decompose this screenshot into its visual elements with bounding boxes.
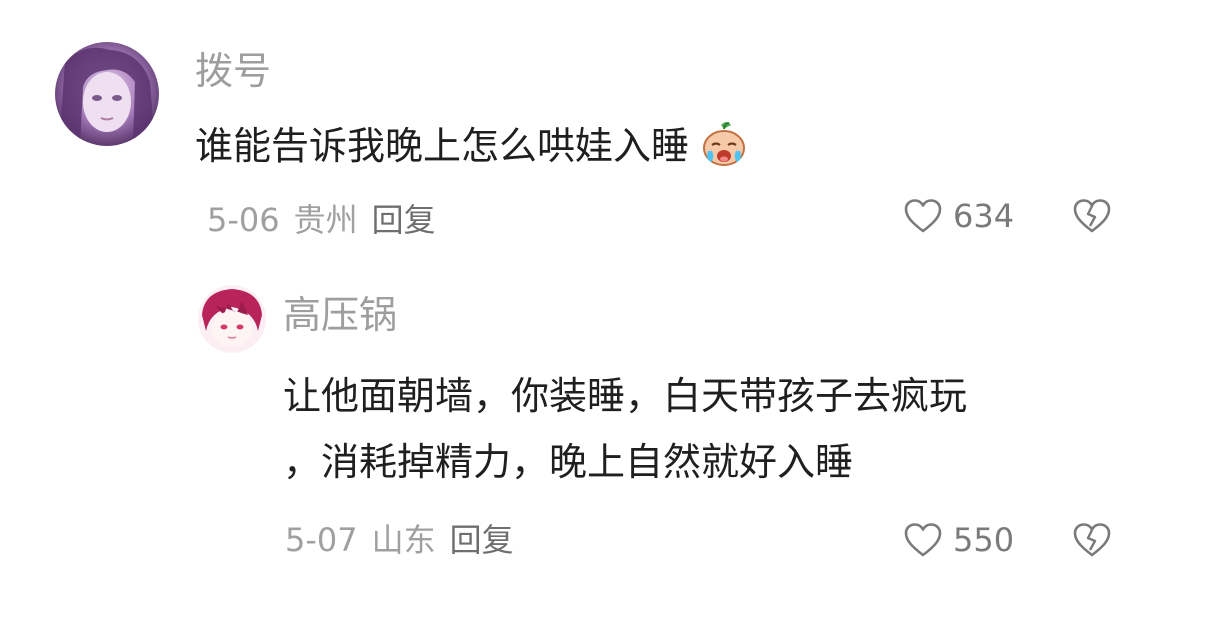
comment-username[interactable]: 拨号 bbox=[195, 48, 271, 94]
reply-date: 5-07 bbox=[285, 521, 358, 559]
comment-date: 5-06 bbox=[207, 201, 280, 239]
heart-outline-icon bbox=[904, 523, 942, 557]
like-button[interactable]: 634 bbox=[903, 196, 1014, 236]
reply-user-avatar[interactable] bbox=[198, 285, 266, 353]
comment-text: 谁能告诉我晚上怎么哄娃入睡 bbox=[195, 116, 749, 176]
reply-avatar-image bbox=[198, 285, 266, 353]
comment-thread: 拨号 谁能告诉我晚上怎么哄娃入睡 5-06 贵州 回复 634 高压锅 让他面朝… bbox=[0, 0, 1220, 643]
like-count: 634 bbox=[953, 197, 1015, 235]
user-avatar[interactable] bbox=[55, 42, 159, 146]
heart-outline-icon bbox=[904, 199, 942, 233]
reply-meta: 5-07 山东 回复 bbox=[285, 520, 514, 560]
reply-reply-button[interactable]: 回复 bbox=[450, 521, 514, 559]
comment-text-content: 谁能告诉我晚上怎么哄娃入睡 bbox=[195, 124, 690, 168]
crying-baby-emoji-icon bbox=[703, 121, 746, 166]
broken-heart-icon[interactable] bbox=[1072, 197, 1112, 235]
reply-like-count: 550 bbox=[953, 521, 1015, 559]
broken-heart-icon[interactable] bbox=[1072, 521, 1112, 559]
reply-username[interactable]: 高压锅 bbox=[283, 292, 397, 338]
reply-button[interactable]: 回复 bbox=[372, 201, 436, 239]
reply-text-line2: ，消耗掉精力，晚上自然就好入睡 bbox=[283, 440, 854, 484]
reply-text-line1: 让他面朝墙，你装睡，白天带孩子去疯玩 bbox=[283, 374, 968, 418]
avatar-image bbox=[55, 42, 159, 146]
comment-meta: 5-06 贵州 回复 bbox=[207, 200, 436, 240]
reply-like-button[interactable]: 550 bbox=[903, 520, 1014, 560]
comment-location: 贵州 bbox=[293, 201, 358, 239]
reply-location: 山东 bbox=[371, 521, 436, 559]
